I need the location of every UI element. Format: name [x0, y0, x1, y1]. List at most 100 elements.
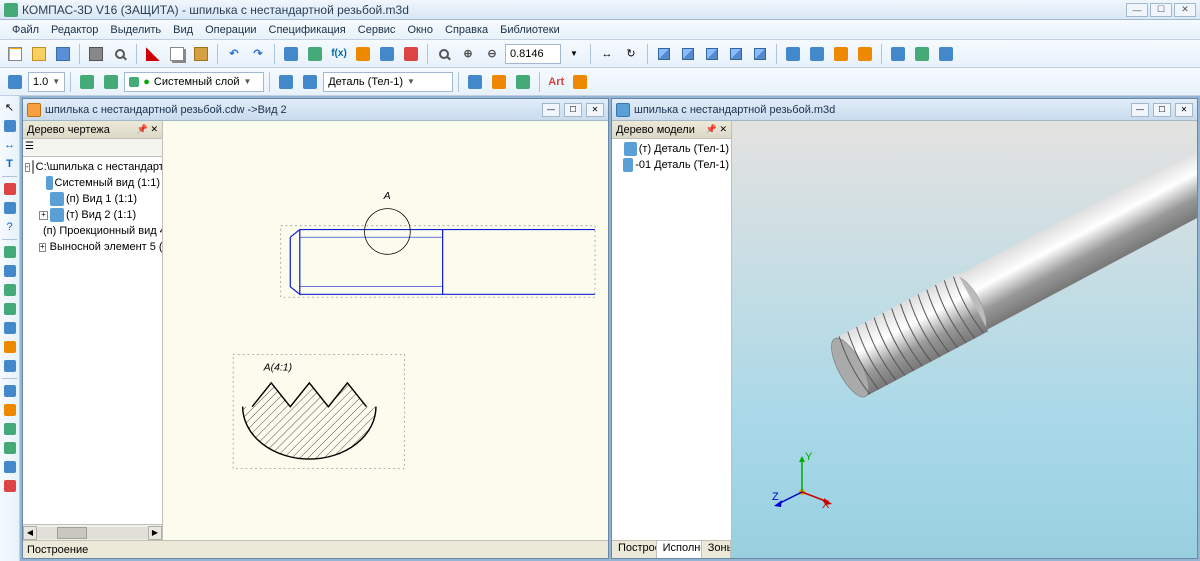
vtool-e[interactable]	[1, 319, 19, 337]
vtool-edit[interactable]	[1, 180, 19, 198]
tree-node[interactable]: Системный вид (1:1)	[23, 175, 162, 191]
vtool-l[interactable]	[1, 458, 19, 476]
zoom-dropdown[interactable]: ▼	[563, 43, 585, 65]
drawing-canvas[interactable]: А А(4:1)	[163, 121, 608, 540]
mdi-minimize-button[interactable]: —	[1131, 103, 1149, 117]
copy-button[interactable]	[166, 43, 188, 65]
tb-btn-d[interactable]	[376, 43, 398, 65]
shade2-button[interactable]	[749, 43, 771, 65]
menu-view[interactable]: Вид	[167, 22, 199, 38]
vtool-b[interactable]	[1, 262, 19, 280]
vtool-param[interactable]	[1, 199, 19, 217]
layer2-button[interactable]	[100, 71, 122, 93]
open-button[interactable]	[28, 43, 50, 65]
print-button[interactable]	[85, 43, 107, 65]
part1-button[interactable]	[275, 71, 297, 93]
tree-expander[interactable]: +	[39, 211, 48, 220]
menu-file[interactable]: Файл	[6, 22, 45, 38]
tree-expander[interactable]: +	[39, 243, 46, 252]
mdi-maximize-button[interactable]: ☐	[1153, 103, 1171, 117]
tree-node[interactable]: +Выносной элемент 5 (4:	[23, 239, 162, 255]
vtool-line[interactable]	[1, 117, 19, 135]
tb-btn-fx[interactable]: f(x)	[328, 43, 350, 65]
tree-node[interactable]: (п) Проекционный вид 4	[23, 223, 162, 239]
vtool-j[interactable]	[1, 420, 19, 438]
tool-opt-button[interactable]	[935, 43, 957, 65]
menu-service[interactable]: Сервис	[352, 22, 402, 38]
text-button[interactable]: Art	[545, 71, 567, 93]
vtool-k[interactable]	[1, 439, 19, 457]
vtool-d[interactable]	[1, 300, 19, 318]
mdi-close-button[interactable]: ✕	[1175, 103, 1193, 117]
tab-exec[interactable]: Исполне...	[657, 541, 702, 558]
mdi-minimize-button[interactable]: —	[542, 103, 560, 117]
snap2-button[interactable]	[806, 43, 828, 65]
paste-button[interactable]	[190, 43, 212, 65]
preview-button[interactable]	[109, 43, 131, 65]
vtool-dim[interactable]: ↔	[1, 136, 19, 154]
undo-button[interactable]: ↶	[223, 43, 245, 65]
vtool-cursor[interactable]: ↖	[1, 98, 19, 116]
style3-button[interactable]	[512, 71, 534, 93]
tb-btn-a[interactable]	[280, 43, 302, 65]
layer1-button[interactable]	[76, 71, 98, 93]
close-button[interactable]: ✕	[1174, 3, 1196, 17]
menu-select[interactable]: Выделить	[104, 22, 167, 38]
cut-button[interactable]	[142, 43, 164, 65]
dim-button[interactable]	[569, 71, 591, 93]
tree-body[interactable]: (т) Деталь (Тел-1)-01 Деталь (Тел-1)	[612, 139, 731, 540]
tb-btn-e[interactable]	[400, 43, 422, 65]
snap4-button[interactable]	[854, 43, 876, 65]
vtool-h[interactable]	[1, 382, 19, 400]
grid-button[interactable]	[4, 71, 26, 93]
scroll-left-button[interactable]: ◀	[23, 526, 37, 540]
save-button[interactable]	[52, 43, 74, 65]
wire-button[interactable]	[677, 43, 699, 65]
zoom-window-button[interactable]	[433, 43, 455, 65]
mdi-close-button[interactable]: ✕	[586, 103, 604, 117]
menu-edit[interactable]: Редактор	[45, 22, 104, 38]
scroll-thumb[interactable]	[57, 527, 87, 539]
zoom-in-button[interactable]: ⊕	[457, 43, 479, 65]
tree-hscroll[interactable]: ◀ ▶	[23, 524, 162, 540]
scroll-track[interactable]	[37, 527, 148, 539]
style1-button[interactable]	[464, 71, 486, 93]
vtool-i[interactable]	[1, 401, 19, 419]
snap1-button[interactable]	[782, 43, 804, 65]
iso-button[interactable]	[653, 43, 675, 65]
vtool-m[interactable]	[1, 477, 19, 495]
vtool-meas[interactable]: ?	[1, 218, 19, 236]
scroll-right-button[interactable]: ▶	[148, 526, 162, 540]
tree-pin-button[interactable]: 📌 ✕	[137, 124, 158, 135]
persp-button[interactable]	[725, 43, 747, 65]
zoom-out-button[interactable]: ⊖	[481, 43, 503, 65]
rotate-button[interactable]: ↻	[620, 43, 642, 65]
snap3-button[interactable]	[830, 43, 852, 65]
vtool-a[interactable]	[1, 243, 19, 261]
menu-spec[interactable]: Спецификация	[263, 22, 352, 38]
layer-combo[interactable]: ● Системный слой ▼	[124, 72, 264, 92]
tree-node[interactable]: (п) Вид 1 (1:1)	[23, 191, 162, 207]
menu-operations[interactable]: Операции	[199, 22, 262, 38]
style2-button[interactable]	[488, 71, 510, 93]
tree-node[interactable]: (т) Деталь (Тел-1)	[612, 141, 731, 157]
tree-node[interactable]: +(т) Вид 2 (1:1)	[23, 207, 162, 223]
vtool-c[interactable]	[1, 281, 19, 299]
mdi-title-bar[interactable]: шпилька с нестандартной резьбой.cdw ->Ви…	[23, 99, 608, 121]
new-button[interactable]	[4, 43, 26, 65]
minimize-button[interactable]: —	[1126, 3, 1148, 17]
part-combo[interactable]: Деталь (Тел-1) ▼	[323, 72, 453, 92]
tree-expand-button[interactable]: ☰	[25, 140, 41, 156]
model-canvas[interactable]: Y X Z	[732, 121, 1197, 558]
menu-help[interactable]: Справка	[439, 22, 494, 38]
tree-expander[interactable]: -	[25, 163, 30, 172]
tab-zones[interactable]: Зоны	[702, 541, 731, 558]
vtool-text[interactable]: T	[1, 155, 19, 173]
zoom-value-input[interactable]	[505, 44, 561, 64]
mdi-title-bar[interactable]: шпилька с нестандартной резьбой.m3d — ☐ …	[612, 99, 1197, 121]
tb-btn-c[interactable]	[352, 43, 374, 65]
tb-btn-b[interactable]	[304, 43, 326, 65]
pan-button[interactable]: ↔	[596, 43, 618, 65]
vtool-g[interactable]	[1, 357, 19, 375]
menu-libraries[interactable]: Библиотеки	[494, 22, 566, 38]
